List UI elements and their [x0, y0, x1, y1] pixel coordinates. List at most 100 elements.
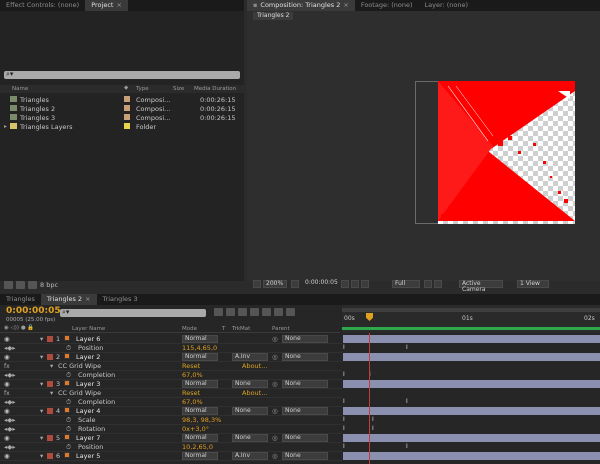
mode-dropdown[interactable]: Normal: [182, 335, 218, 343]
transparency-grid-icon[interactable]: [434, 280, 442, 288]
about-link[interactable]: About...: [242, 389, 267, 397]
expand-triangle-icon[interactable]: ▾: [50, 389, 53, 397]
eye-icon[interactable]: ◉: [4, 452, 10, 460]
show-snapshot-icon[interactable]: [351, 280, 359, 288]
keyframe-nav-icon[interactable]: ◂◆▸: [4, 344, 16, 352]
keyframe-nav-icon[interactable]: ◂◆▸: [4, 443, 16, 451]
keyframe-icon[interactable]: I: [343, 416, 345, 423]
pickwhip-icon[interactable]: ◎: [272, 335, 278, 343]
mode-dropdown[interactable]: Normal: [182, 407, 218, 415]
keyframe-icon[interactable]: I: [343, 398, 345, 405]
timeline-layer-row[interactable]: ◉ ▾ 2 Layer 2 Normal A.Inv ◎ None: [0, 353, 342, 362]
trkmat-dropdown[interactable]: None: [232, 407, 268, 415]
label-color-swatch[interactable]: [124, 96, 130, 102]
layer-duration-bar[interactable]: [343, 434, 600, 442]
about-link[interactable]: About...: [242, 362, 267, 370]
trkmat-dropdown[interactable]: None: [232, 380, 268, 388]
property-value[interactable]: 67,0%: [182, 371, 203, 379]
col-type[interactable]: Type: [136, 86, 149, 92]
comp-subtab[interactable]: Triangles 2: [253, 12, 294, 20]
timeline-property-row[interactable]: ◂◆▸ ⏱ Completion 67,0%: [0, 398, 342, 407]
tab-effect-controls[interactable]: Effect Controls: (none): [0, 0, 85, 11]
expand-triangle-icon[interactable]: ▾: [40, 353, 43, 361]
zoom-dropdown[interactable]: 200%: [263, 280, 287, 288]
brainstorm-icon[interactable]: [274, 308, 283, 316]
col-duration[interactable]: Media Duration: [194, 86, 236, 92]
viewer-timecode[interactable]: 0:00:00:05: [303, 280, 339, 288]
timeline-layer-row[interactable]: ◉ ▾ 3 Layer 3 Normal None ◎ None: [0, 380, 342, 389]
label-color-swatch[interactable]: [47, 408, 53, 414]
expand-triangle-icon[interactable]: ▾: [40, 335, 43, 343]
property-value[interactable]: 115,4,65,0: [182, 344, 217, 352]
col-size[interactable]: Size: [173, 86, 184, 92]
timeline-property-row[interactable]: ◂◆▸ ⏱ Completion 67,0%: [0, 371, 342, 380]
comp-canvas[interactable]: [438, 81, 575, 224]
pickwhip-icon[interactable]: ◎: [272, 380, 278, 388]
tab-timeline-triangles[interactable]: Triangles: [0, 294, 41, 305]
pickwhip-icon[interactable]: ◎: [272, 353, 278, 361]
grid-icon[interactable]: [291, 280, 299, 288]
layer-name[interactable]: Layer 4: [76, 407, 100, 415]
keyframe-icon[interactable]: I: [372, 425, 374, 432]
keyframe-nav-icon[interactable]: ◂◆▸: [4, 425, 16, 433]
expand-triangle-icon[interactable]: ▾: [40, 452, 43, 460]
property-value[interactable]: 0x+3,0°: [182, 425, 209, 433]
region-of-interest-icon[interactable]: [424, 280, 432, 288]
comp-mini-flowchart-icon[interactable]: [214, 308, 223, 316]
fx-icon[interactable]: fx: [4, 390, 10, 397]
layer-name[interactable]: Layer 3: [76, 380, 100, 388]
layer-duration-bar[interactable]: [343, 335, 600, 343]
folder-icon[interactable]: [4, 280, 13, 289]
expand-triangle-icon[interactable]: ▾: [40, 407, 43, 415]
label-color-swatch[interactable]: [124, 114, 130, 120]
graph-editor-icon[interactable]: [286, 308, 295, 316]
pickwhip-icon[interactable]: ◎: [272, 452, 278, 460]
motion-blur-icon[interactable]: [262, 308, 271, 316]
eye-icon[interactable]: ◉: [4, 380, 10, 388]
timeline-layer-row[interactable]: ◉ ▾ 4 Layer 4 Normal None ◎ None: [0, 407, 342, 416]
layer-name[interactable]: Layer 7: [76, 434, 100, 442]
label-color-swatch[interactable]: [47, 453, 53, 459]
property-value[interactable]: 98,3, 98,3%: [182, 416, 221, 424]
stopwatch-icon[interactable]: ⏱: [66, 443, 71, 452]
keyframe-icon[interactable]: I: [372, 416, 374, 423]
parent-dropdown[interactable]: None: [282, 407, 328, 415]
property-value[interactable]: 67,0%: [182, 398, 203, 406]
playhead-line[interactable]: [369, 333, 370, 464]
col-t[interactable]: T: [222, 326, 225, 332]
timeline-property-row[interactable]: ◂◆▸ ⏱ Position 115,4,65,0: [0, 344, 342, 353]
mode-dropdown[interactable]: Normal: [182, 452, 218, 460]
label-color-swatch[interactable]: [47, 435, 53, 441]
stopwatch-icon[interactable]: ⏱: [66, 344, 71, 353]
reset-link[interactable]: Reset: [182, 362, 200, 370]
keyframe-icon[interactable]: I: [406, 398, 408, 405]
project-item[interactable]: Triangles Composi... 0:00:26:15: [0, 95, 244, 104]
parent-dropdown[interactable]: None: [282, 335, 328, 343]
close-icon[interactable]: ×: [343, 1, 348, 9]
property-value[interactable]: 10,2,65,0: [182, 443, 213, 451]
time-ruler[interactable]: 00s 01s 02s: [342, 305, 600, 333]
pickwhip-icon[interactable]: ◎: [272, 407, 278, 415]
project-search-input[interactable]: ⌕▾: [4, 70, 240, 79]
color-channel-icon[interactable]: [361, 280, 369, 288]
camera-dropdown[interactable]: Active Camera: [459, 280, 503, 293]
col-mode[interactable]: Mode: [182, 326, 197, 332]
trkmat-dropdown[interactable]: A.Inv: [232, 353, 268, 361]
shy-icon[interactable]: [238, 308, 247, 316]
mode-dropdown[interactable]: Normal: [182, 380, 218, 388]
expand-triangle-icon[interactable]: ▾: [40, 434, 43, 442]
layer-duration-bar[interactable]: [343, 452, 600, 460]
timeline-property-row[interactable]: ◂◆▸ ⏱ Rotation 0x+3,0°: [0, 425, 342, 434]
eye-icon[interactable]: ◉: [4, 434, 10, 442]
stopwatch-icon[interactable]: ⏱: [66, 416, 71, 425]
new-comp-icon[interactable]: [16, 280, 25, 289]
keyframe-icon[interactable]: I: [406, 344, 408, 351]
mode-dropdown[interactable]: Normal: [182, 434, 218, 442]
timeline-property-row[interactable]: fx ▾ CC Grid Wipe Reset About...: [0, 389, 342, 398]
col-layer-name[interactable]: Layer Name: [72, 326, 105, 332]
layer-name[interactable]: Layer 2: [76, 353, 100, 361]
tab-composition[interactable]: ▪ Composition: Triangles 2 ×: [247, 0, 355, 11]
parent-dropdown[interactable]: None: [282, 380, 328, 388]
timeline-layer-row[interactable]: ◉ ▾ 6 Layer 5 Normal A.Inv ◎ None: [0, 452, 342, 461]
eye-icon[interactable]: ◉: [4, 335, 10, 343]
